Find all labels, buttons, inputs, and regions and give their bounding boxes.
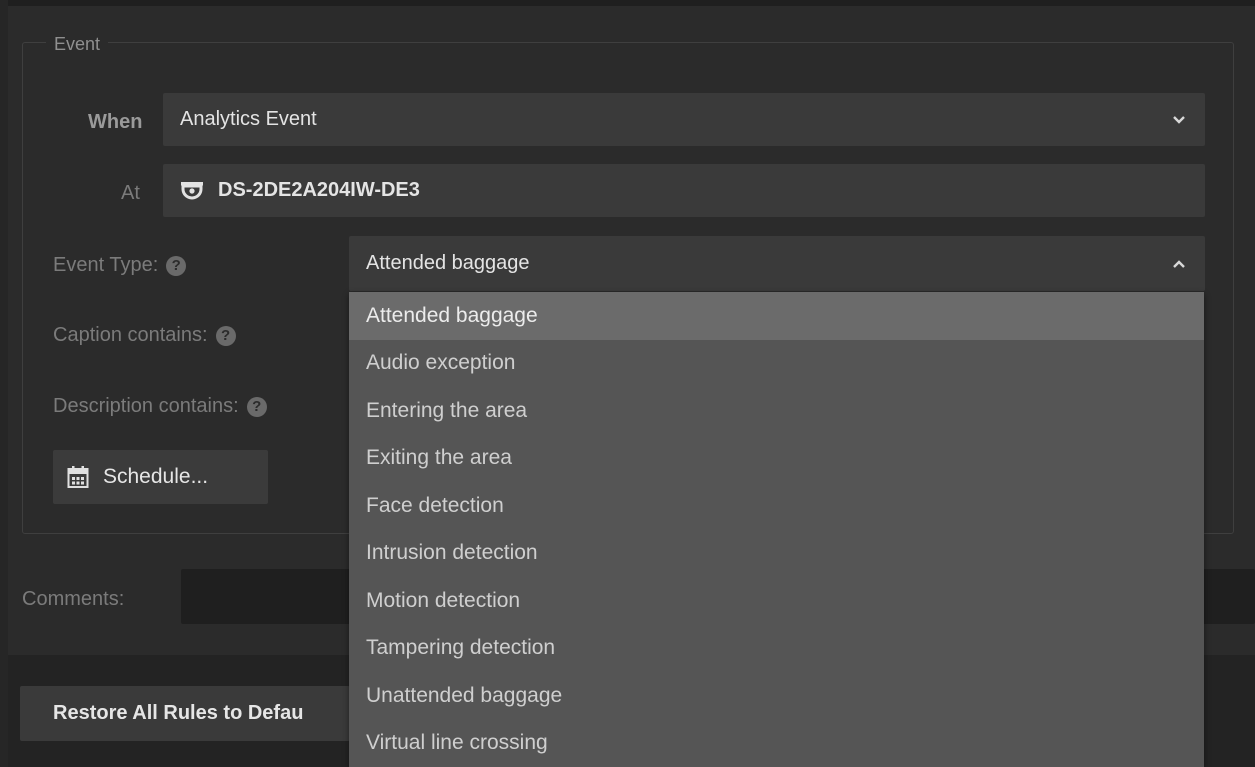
- event-type-label: Event Type:?: [53, 253, 187, 277]
- description-label: Description contains:?: [53, 394, 267, 418]
- event-type-value: Attended baggage: [366, 252, 530, 274]
- schedule-label: Schedule...: [103, 465, 209, 488]
- top-edge: [0, 0, 1255, 6]
- event-type-label-text: Event Type:: [53, 254, 159, 276]
- help-icon[interactable]: ?: [246, 396, 267, 417]
- dropdown-option[interactable]: Virtual line crossing: [349, 720, 1204, 767]
- at-label: At: [121, 182, 140, 204]
- help-icon[interactable]: ?: [215, 325, 236, 346]
- dropdown-option[interactable]: Unattended baggage: [349, 672, 1204, 720]
- restore-defaults-button[interactable]: Restore All Rules to Defau: [20, 686, 350, 741]
- device-field[interactable]: DS-2DE2A204IW-DE3: [163, 164, 1205, 217]
- restore-label: Restore All Rules to Defau: [53, 702, 304, 724]
- event-type-dropdown: Attended baggage Audio exception Enterin…: [349, 292, 1204, 767]
- calendar-icon: [67, 466, 89, 488]
- dropdown-option[interactable]: Motion detection: [349, 577, 1204, 625]
- event-type-select[interactable]: Attended baggage: [349, 236, 1205, 291]
- caption-label: Caption contains:?: [53, 323, 236, 347]
- dropdown-option[interactable]: Audio exception: [349, 340, 1204, 388]
- description-label-text: Description contains:: [53, 395, 239, 417]
- camera-dome-icon: [181, 181, 203, 199]
- schedule-button[interactable]: Schedule...: [53, 450, 268, 504]
- dropdown-option[interactable]: Exiting the area: [349, 435, 1204, 483]
- event-legend: Event: [46, 33, 109, 55]
- when-select[interactable]: Analytics Event: [163, 93, 1205, 146]
- chevron-down-icon: [1173, 115, 1185, 124]
- left-edge: [0, 0, 8, 767]
- dropdown-option[interactable]: Entering the area: [349, 387, 1204, 435]
- caption-label-text: Caption contains:: [53, 324, 208, 346]
- when-value: Analytics Event: [180, 108, 317, 130]
- dropdown-option[interactable]: Attended baggage: [349, 292, 1204, 340]
- when-label: When: [88, 111, 143, 133]
- dropdown-option[interactable]: Tampering detection: [349, 625, 1204, 673]
- dropdown-option[interactable]: Intrusion detection: [349, 530, 1204, 578]
- comments-label: Comments:: [22, 588, 125, 610]
- dropdown-option[interactable]: Face detection: [349, 482, 1204, 530]
- chevron-up-icon: [1173, 259, 1185, 268]
- help-icon[interactable]: ?: [166, 255, 187, 276]
- device-name: DS-2DE2A204IW-DE3: [218, 179, 420, 201]
